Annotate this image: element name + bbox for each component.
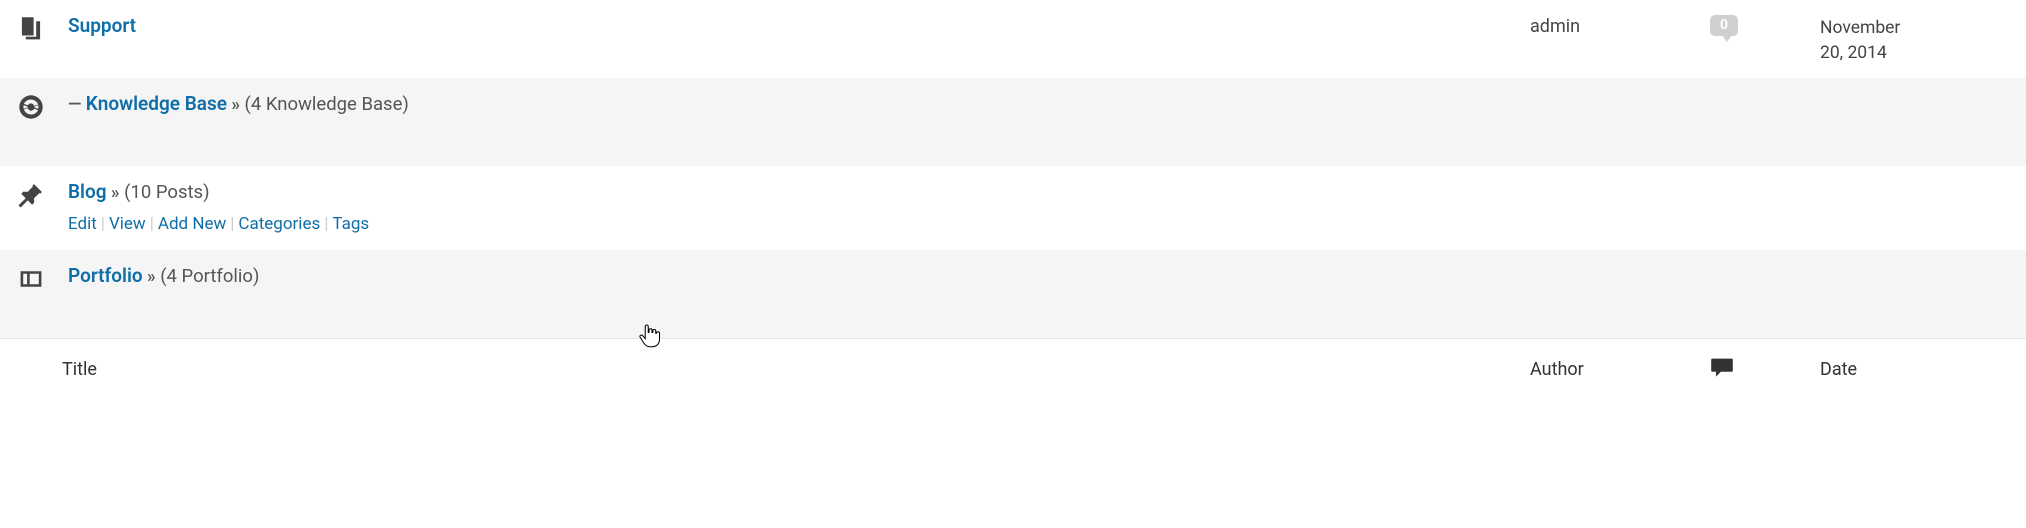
col-author[interactable]: Author — [1530, 359, 1710, 380]
comment-count-badge[interactable]: 0 — [1710, 15, 1738, 36]
row-icon-cell — [0, 178, 62, 213]
table-row: Support admin 0 November 20, 2014 — [0, 0, 2026, 78]
row-date — [1820, 178, 2020, 182]
row-title-link[interactable]: Knowledge Base — [86, 92, 227, 115]
col-title[interactable]: Title — [62, 359, 1530, 380]
action-view[interactable]: View — [109, 214, 146, 234]
row-date-line1: November — [1820, 18, 1900, 38]
row-comments-cell — [1710, 178, 1820, 180]
action-edit[interactable]: Edit — [68, 214, 97, 234]
row-icon-cell — [0, 12, 62, 47]
row-arrow: » — [227, 95, 240, 115]
comment-icon — [1710, 364, 1734, 384]
row-author: admin — [1530, 12, 1710, 37]
action-categories[interactable]: Categories — [238, 214, 320, 234]
row-count: (10 Posts) — [120, 181, 210, 203]
pages-icon — [18, 16, 44, 47]
row-title-link[interactable]: Portfolio — [68, 264, 143, 287]
row-date: November 20, 2014 — [1820, 12, 2020, 65]
col-date[interactable]: Date — [1820, 359, 2020, 380]
row-comments-cell: 0 — [1710, 12, 1820, 36]
row-author — [1530, 178, 1710, 182]
row-title-cell: Portfolio » (4 Portfolio) — [62, 262, 1530, 290]
row-comments-cell — [1710, 90, 1820, 92]
row-arrow: » — [143, 267, 156, 287]
pin-icon — [18, 182, 44, 213]
row-arrow: » — [107, 183, 120, 203]
row-title-cell: — Knowledge Base » (4 Knowledge Base) — [62, 90, 1530, 118]
row-prefix: — — [68, 95, 86, 115]
row-author — [1530, 262, 1710, 266]
table-row: — Knowledge Base » (4 Knowledge Base) — [0, 78, 2026, 166]
row-title-link[interactable]: Support — [68, 14, 136, 37]
table-footer: Title Author Date — [0, 338, 2026, 400]
row-date — [1820, 262, 2020, 266]
col-comments[interactable] — [1710, 355, 1820, 384]
row-icon-cell — [0, 262, 62, 297]
row-comments-cell — [1710, 262, 1820, 264]
row-date-line2: 20, 2014 — [1820, 43, 1887, 63]
action-tags[interactable]: Tags — [332, 214, 369, 234]
row-date — [1820, 90, 2020, 94]
row-count: (4 Knowledge Base) — [240, 93, 409, 115]
table-row: Blog » (10 Posts) Edit|View|Add New|Cate… — [0, 166, 2026, 250]
row-title-cell: Blog » (10 Posts) Edit|View|Add New|Cate… — [62, 178, 1530, 237]
portfolio-icon — [18, 266, 44, 297]
action-add-new[interactable]: Add New — [158, 214, 226, 234]
row-author — [1530, 90, 1710, 94]
row-title-link[interactable]: Blog — [68, 180, 107, 203]
row-count: (4 Portfolio) — [156, 265, 260, 287]
row-icon-cell — [0, 90, 62, 125]
table-row: Portfolio » (4 Portfolio) — [0, 250, 2026, 338]
row-title-cell: Support — [62, 12, 1530, 40]
help-icon — [18, 94, 44, 125]
row-actions: Edit|View|Add New|Categories|Tags — [68, 212, 1530, 237]
